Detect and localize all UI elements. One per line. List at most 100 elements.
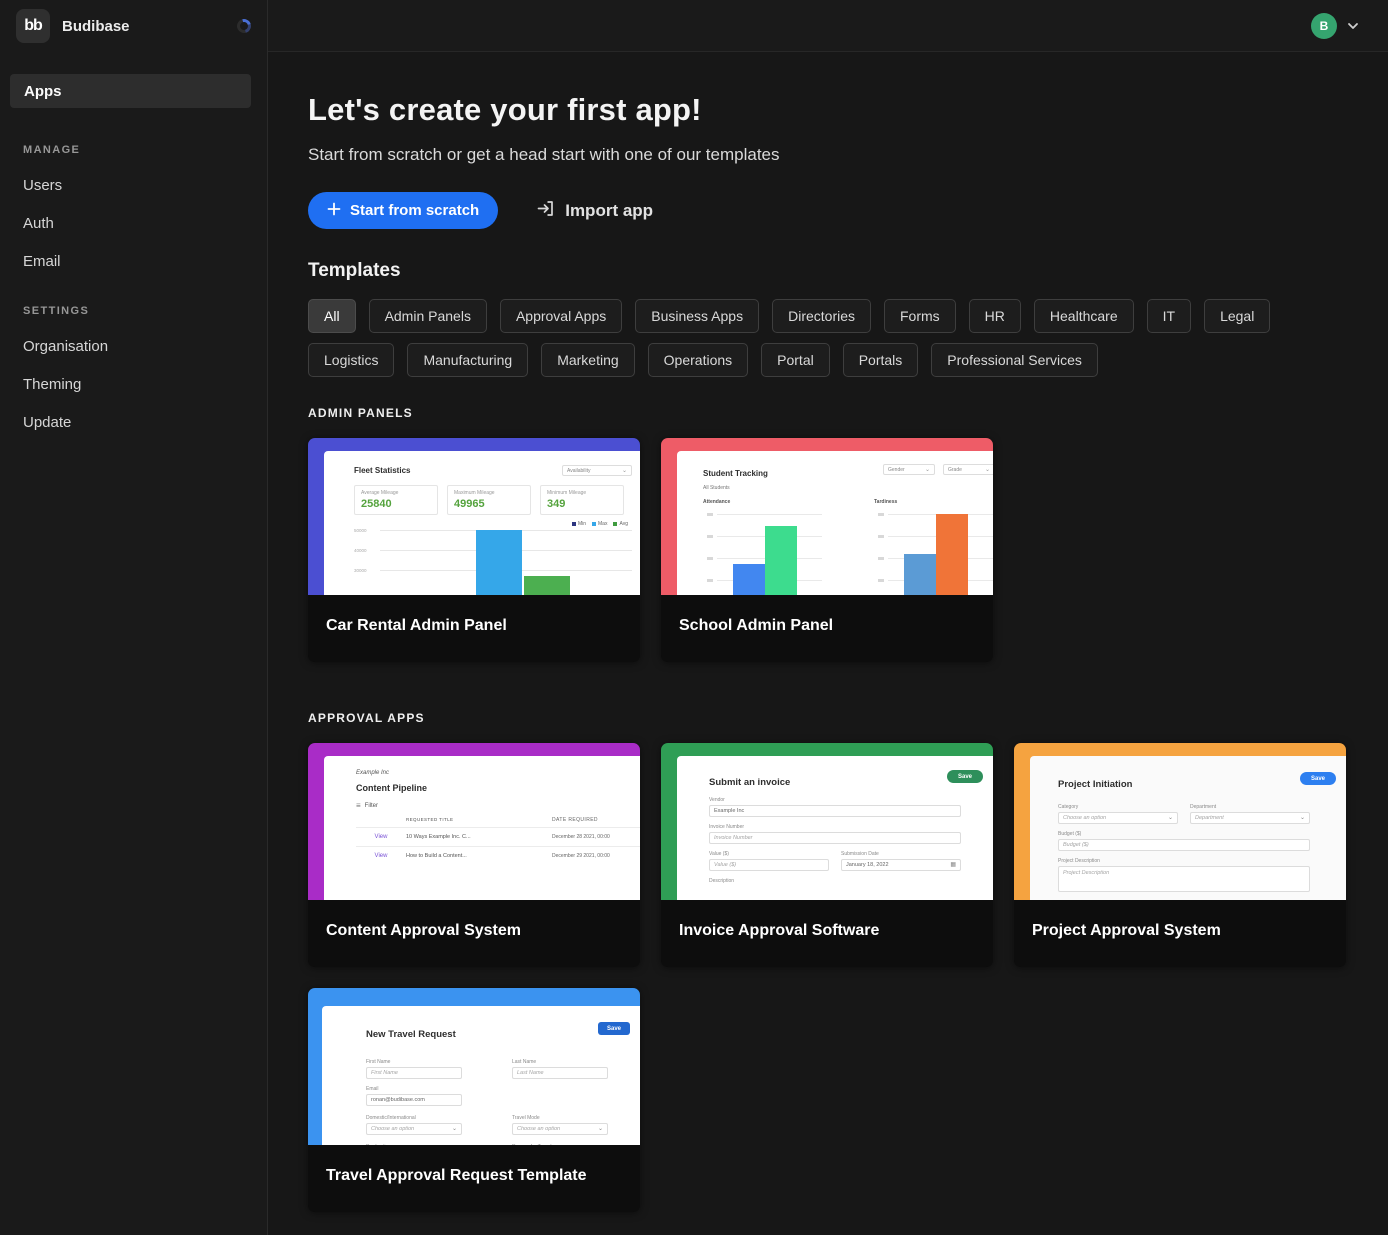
template-card-school-admin-panel[interactable]: Student Tracking Gender ⌄ Grade ⌄ (661, 438, 993, 662)
topbar: B (268, 0, 1388, 52)
filter-chip-hr[interactable]: HR (969, 299, 1021, 333)
table-row: View How to Build a Content... December … (356, 846, 640, 865)
sidebar-header: bb Budibase (0, 0, 267, 52)
template-card-title: Project Approval System (1014, 900, 1346, 967)
filter-chip-portals[interactable]: Portals (843, 343, 919, 377)
template-card-content-approval-system[interactable]: Example Inc Content Pipeline ≡ Filter RE… (308, 743, 640, 967)
thumb-mini-ui: Submit an invoice Save Vendor Example In… (677, 756, 993, 900)
filter-chip-portal[interactable]: Portal (761, 343, 830, 377)
stat-card: Minimum Mileage 349 (540, 485, 624, 515)
filter-chip-admin-panels[interactable]: Admin Panels (369, 299, 487, 333)
budibase-portal: bb Budibase Apps MANAGE Users Auth Email… (0, 0, 1388, 1235)
filter-chip-legal[interactable]: Legal (1204, 299, 1270, 333)
action-row: Start from scratch Import app (308, 192, 1348, 229)
table-row: View 10 Ways Example Inc. C... December … (356, 827, 640, 846)
template-card-travel-approval-request[interactable]: New Travel Request Save First Name First… (308, 988, 640, 1212)
sidebar-item-update[interactable]: Update (23, 414, 71, 431)
thumb-mini-ui: New Travel Request Save First Name First… (322, 1006, 640, 1145)
template-card-project-approval-system[interactable]: Project Initiation Save Category Choose … (1014, 743, 1346, 967)
bar-chart: Attendance (703, 499, 822, 595)
filter-chip-it[interactable]: IT (1147, 299, 1191, 333)
template-thumbnail: New Travel Request Save First Name First… (308, 988, 640, 1145)
stat-card: Maximum Mileage 49965 (447, 485, 531, 515)
sidebar-item-apps[interactable]: Apps (10, 74, 251, 108)
thumb-mini-ui: Fleet Statistics Availability ⌄ Average … (324, 451, 640, 595)
bar (765, 526, 797, 595)
bar (936, 514, 968, 595)
filter-chip-approval-apps[interactable]: Approval Apps (500, 299, 622, 333)
filter-chip-manufacturing[interactable]: Manufacturing (407, 343, 528, 377)
filter-chip-directories[interactable]: Directories (772, 299, 871, 333)
thumb-availability-select: Availability ⌄ (562, 465, 632, 476)
import-app-label: Import app (565, 201, 653, 221)
bar (904, 554, 936, 595)
template-thumbnail: Submit an invoice Save Vendor Example In… (661, 743, 993, 900)
template-thumbnail: Fleet Statistics Availability ⌄ Average … (308, 438, 640, 595)
section-label-admin-panels: ADMIN PANELS (308, 406, 1348, 420)
bar (524, 576, 570, 595)
thumb-heading: Project Initiation (1058, 779, 1132, 790)
sidebar: bb Budibase Apps MANAGE Users Auth Email… (0, 0, 268, 1235)
template-thumbnail: Example Inc Content Pipeline ≡ Filter RE… (308, 743, 640, 900)
admin-panels-grid: Fleet Statistics Availability ⌄ Average … (308, 438, 1348, 662)
stat-card: Average Mileage 25840 (354, 485, 438, 515)
sidebar-group-manage: MANAGE (23, 144, 267, 156)
thumb-heading: Student Tracking (703, 469, 768, 478)
thumb-save-button: Save (947, 770, 983, 783)
sidebar-group-settings: SETTINGS (23, 305, 267, 317)
thumb-mini-ui: Student Tracking Gender ⌄ Grade ⌄ (677, 451, 993, 595)
thumb-save-button: Save (598, 1022, 630, 1035)
user-avatar[interactable]: B (1311, 13, 1337, 39)
import-icon (536, 199, 555, 223)
bar (476, 530, 522, 595)
sidebar-item-theming[interactable]: Theming (23, 376, 81, 393)
thumb-gender-select: Gender ⌄ (883, 464, 935, 475)
sidebar-item-organisation[interactable]: Organisation (23, 338, 108, 355)
start-from-scratch-label: Start from scratch (350, 202, 479, 219)
template-card-car-rental-admin-panel[interactable]: Fleet Statistics Availability ⌄ Average … (308, 438, 640, 662)
content-area: Let's create your first app! Start from … (268, 52, 1388, 1235)
start-from-scratch-button[interactable]: Start from scratch (308, 192, 498, 229)
bar (733, 564, 765, 595)
filter-chip-professional-services[interactable]: Professional Services (931, 343, 1098, 377)
filter-chip-healthcare[interactable]: Healthcare (1034, 299, 1134, 333)
chevron-down-icon[interactable] (1346, 19, 1360, 33)
approval-apps-grid: Example Inc Content Pipeline ≡ Filter RE… (308, 743, 1348, 1212)
thumb-grade-select: Grade ⌄ (943, 464, 993, 475)
filter-chip-logistics[interactable]: Logistics (308, 343, 394, 377)
thumb-mini-ui: Example Inc Content Pipeline ≡ Filter RE… (324, 756, 640, 900)
thumb-heading: New Travel Request (366, 1029, 456, 1040)
thumb-company: Example Inc (356, 770, 640, 776)
section-label-approval-apps: APPROVAL APPS (308, 711, 1348, 725)
budibase-logo: bb (16, 9, 50, 43)
filter-chip-all[interactable]: All (308, 299, 356, 333)
main-column: B Let's create your first app! Start fro… (268, 0, 1388, 1235)
sidebar-item-email[interactable]: Email (23, 253, 61, 270)
page-title: Let's create your first app! (308, 92, 1348, 128)
sidebar-item-auth[interactable]: Auth (23, 215, 54, 232)
template-card-invoice-approval-software[interactable]: Submit an invoice Save Vendor Example In… (661, 743, 993, 967)
filter-icon: ≡ (356, 803, 361, 809)
filter-chip-forms[interactable]: Forms (884, 299, 956, 333)
thumb-heading: Fleet Statistics (354, 466, 410, 475)
thumb-save-button: Save (1300, 772, 1336, 785)
filter-chip-business-apps[interactable]: Business Apps (635, 299, 759, 333)
filter-chip-operations[interactable]: Operations (648, 343, 748, 377)
thumb-mini-ui: Project Initiation Save Category Choose … (1030, 756, 1346, 900)
template-thumbnail: Student Tracking Gender ⌄ Grade ⌄ (661, 438, 993, 595)
loading-spinner-icon (234, 16, 253, 35)
templates-heading: Templates (308, 260, 1348, 282)
import-app-button[interactable]: Import app (536, 199, 653, 223)
filter-chip-marketing[interactable]: Marketing (541, 343, 634, 377)
view-link: View (356, 853, 406, 859)
bar-chart: 50000 40000 30000 (354, 530, 632, 595)
template-card-title: Car Rental Admin Panel (308, 595, 640, 662)
thumb-subheading: All Students (703, 485, 993, 491)
template-card-title: School Admin Panel (661, 595, 993, 662)
thumb-filter-button: ≡ Filter (356, 803, 640, 809)
thumb-heading: Submit an invoice (709, 777, 790, 788)
template-filter-bar: All Admin Panels Approval Apps Business … (308, 299, 1293, 377)
brand-name: Budibase (62, 18, 225, 35)
template-card-title: Invoice Approval Software (661, 900, 993, 967)
sidebar-item-users[interactable]: Users (23, 177, 62, 194)
